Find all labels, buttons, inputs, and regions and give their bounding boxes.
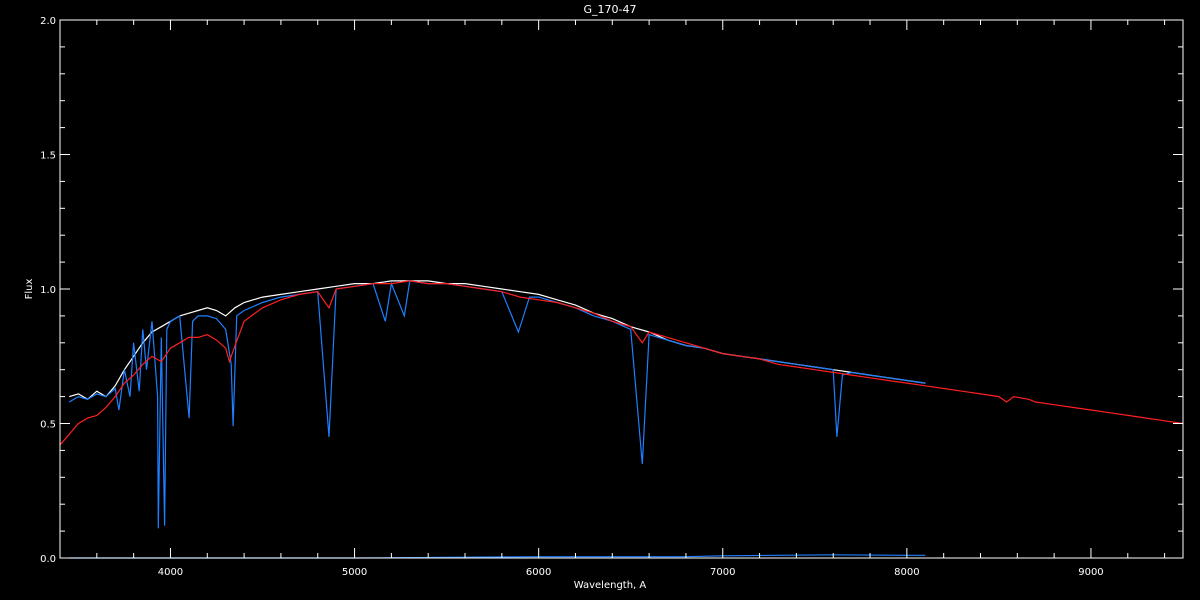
y-axis-label: Flux bbox=[24, 279, 35, 300]
x-tick-label: 8000 bbox=[894, 567, 919, 578]
spectrum-chart: G_170-47 Wavelength, A Flux 4000 5000 6000… bbox=[0, 0, 1200, 600]
y-tick-label: 0.5 bbox=[40, 420, 56, 431]
chart-background bbox=[0, 0, 1200, 600]
y-tick-label: 1.5 bbox=[40, 151, 56, 162]
y-tick-label: 2.0 bbox=[40, 16, 56, 27]
y-tick-label: 0.0 bbox=[40, 554, 56, 565]
x-tick-label: 5000 bbox=[342, 567, 367, 578]
chart-title: G_170-47 bbox=[584, 3, 637, 16]
x-tick-label: 6000 bbox=[526, 567, 551, 578]
x-axis-label: Wavelength, A bbox=[574, 580, 647, 591]
x-tick-label: 4000 bbox=[158, 567, 183, 578]
x-tick-label: 9000 bbox=[1078, 567, 1103, 578]
x-tick-label: 7000 bbox=[710, 567, 735, 578]
y-tick-label: 1.0 bbox=[40, 285, 56, 296]
